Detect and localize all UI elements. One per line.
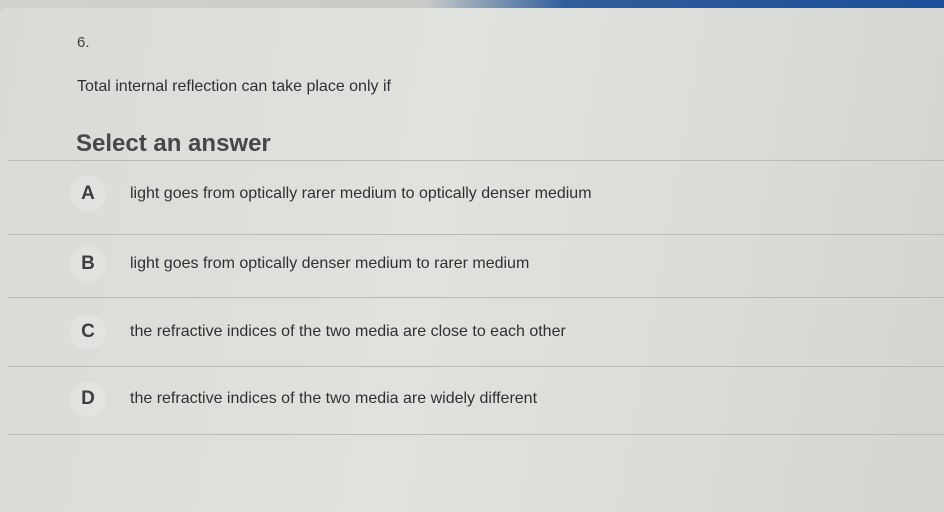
divider — [8, 297, 944, 298]
answer-option-d[interactable]: D the refractive indices of the two medi… — [70, 379, 930, 419]
question-text: Total internal reflection can take place… — [77, 78, 391, 95]
divider — [8, 366, 944, 367]
option-text-c: the refractive indices of the two media … — [130, 323, 566, 340]
divider — [8, 434, 944, 435]
divider — [8, 234, 944, 235]
answer-option-b[interactable]: B light goes from optically denser mediu… — [70, 244, 930, 284]
divider — [8, 160, 944, 161]
question-card: 6. Total internal reflection can take pl… — [0, 8, 944, 512]
answer-option-a[interactable]: A light goes from optically rarer medium… — [70, 174, 930, 214]
option-letter-d: D — [70, 381, 106, 417]
option-letter-b: B — [70, 246, 106, 282]
option-letter-c: C — [70, 314, 106, 350]
option-letter-a: A — [70, 176, 106, 212]
option-text-d: the refractive indices of the two media … — [130, 390, 538, 407]
option-text-a: light goes from optically rarer medium t… — [130, 185, 592, 202]
option-text-b: light goes from optically denser medium … — [130, 255, 530, 272]
answer-prompt-heading: Select an answer — [76, 130, 271, 157]
answer-option-c[interactable]: C the refractive indices of the two medi… — [70, 312, 930, 352]
question-number: 6. — [77, 34, 90, 51]
